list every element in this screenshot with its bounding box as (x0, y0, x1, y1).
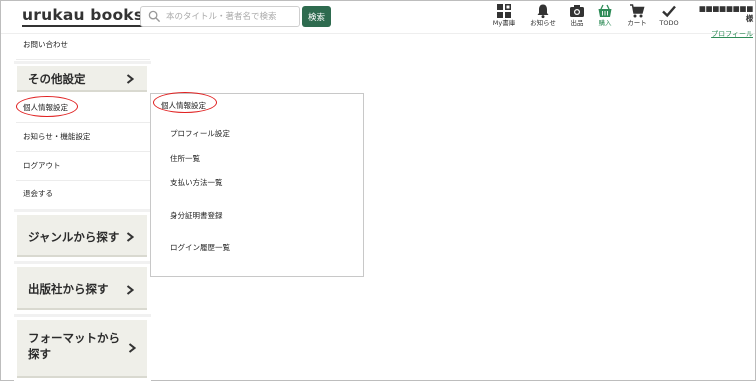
personal-info-submenu: 個人情報設定 プロフィール設定 住所一覧 支払い方法一覧 身分証明書登録 ログイ… (150, 93, 364, 277)
nav-label: 購入 (598, 19, 612, 27)
nav-purchase[interactable]: 購入 (593, 3, 617, 31)
sidebar-item-personal-info[interactable]: 個人情報設定 (16, 94, 150, 123)
checkmark-icon (662, 5, 676, 18)
bookshelf-icon (497, 4, 511, 18)
submenu-item-profile[interactable]: プロフィール設定 (170, 128, 230, 139)
cart-icon (630, 4, 645, 18)
camera-icon (570, 5, 584, 17)
logo[interactable]: urukau books (22, 6, 144, 27)
nav-cart[interactable]: カート (624, 3, 650, 31)
chevron-right-icon (128, 343, 136, 353)
chevron-right-icon (126, 285, 134, 295)
submenu-item-id-registration[interactable]: 身分証明書登録 (170, 210, 223, 221)
submenu-title[interactable]: 個人情報設定 (161, 100, 206, 111)
submenu-item-login-history[interactable]: ログイン履歴一覧 (170, 242, 230, 253)
nav-label: 出品 (570, 19, 584, 27)
sidebar-section-other-settings[interactable]: その他設定 (17, 66, 147, 92)
divider (14, 261, 151, 264)
search-button[interactable]: 検索 (302, 6, 331, 27)
search-box (140, 6, 300, 27)
sidebar-item-notification-settings[interactable]: お知らせ・機能設定 (16, 123, 150, 152)
sidebar-item-withdraw[interactable]: 退会する (16, 181, 150, 209)
header: urukau books 検索 My書庫 お知らせ 出品 (1, 1, 755, 38)
search-icon (148, 10, 161, 23)
sidebar: お問い合わせ その他設定 個人情報設定 お知らせ・機能設定 ログアウト 退会する… (14, 34, 151, 381)
divider (14, 61, 151, 64)
search-input[interactable] (166, 9, 296, 24)
nav-label: カート (627, 19, 647, 27)
user-menu: ■■■■■■■■様 プロフィール (697, 4, 754, 38)
nav-todo[interactable]: TODO (657, 3, 681, 31)
submenu-item-addresses[interactable]: 住所一覧 (170, 153, 200, 164)
nav-sell[interactable]: 出品 (565, 3, 589, 31)
nav-label: My書庫 (492, 19, 516, 27)
nav-label: TODO (659, 19, 679, 27)
basket-icon (598, 4, 612, 17)
bell-icon (537, 4, 549, 19)
submenu-item-payment-methods[interactable]: 支払い方法一覧 (170, 177, 223, 188)
divider (14, 209, 151, 212)
chevron-right-icon (126, 232, 134, 242)
nav-notifications[interactable]: お知らせ (528, 3, 558, 31)
chevron-right-icon (126, 74, 134, 84)
sidebar-item-contact[interactable]: お問い合わせ (16, 34, 150, 60)
section-title: その他設定 (28, 72, 86, 86)
section-title: 出版社から探す (28, 282, 109, 296)
section-title: フォーマットから探す (28, 331, 120, 361)
sidebar-item-logout[interactable]: ログアウト (16, 152, 150, 181)
divider (14, 314, 151, 317)
nav-label: お知らせ (530, 19, 556, 27)
section-title: ジャンルから探す (28, 230, 120, 244)
sidebar-section-publisher[interactable]: 出版社から探す (17, 267, 147, 310)
user-name: ■■■■■■■■様 (698, 4, 754, 23)
sidebar-section-format[interactable]: フォーマットから探す (17, 320, 147, 378)
nav-my-bookshelf[interactable]: My書庫 (489, 3, 519, 31)
profile-link[interactable]: プロフィール (697, 29, 753, 39)
sidebar-section-genre[interactable]: ジャンルから探す (17, 215, 147, 257)
